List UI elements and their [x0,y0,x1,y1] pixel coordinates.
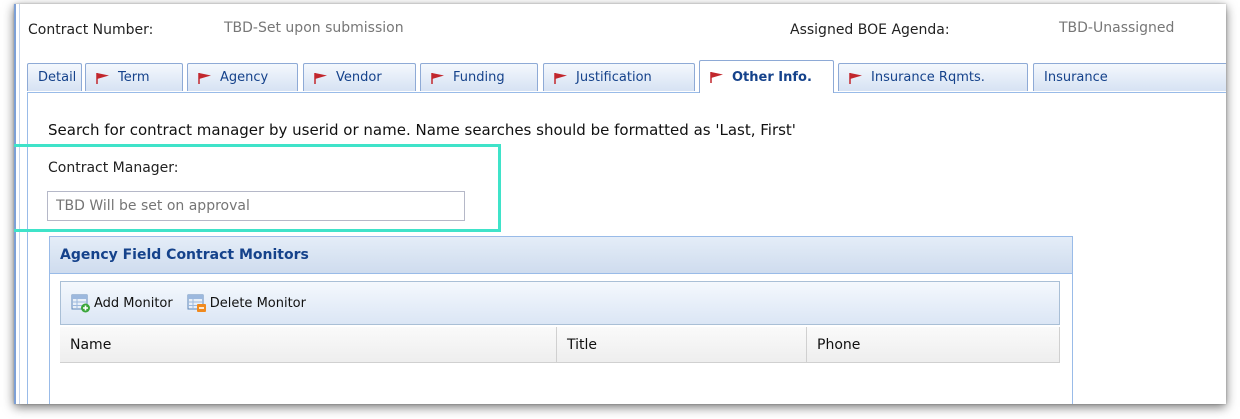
tab-label: Other Info. [732,69,812,85]
tab-term[interactable]: Term [85,63,183,91]
tab-agency[interactable]: Agency [187,63,298,91]
flag-icon [554,72,567,84]
delete-monitor-icon [187,294,206,312]
flag-icon [431,72,444,84]
delete-monitor-button[interactable]: Delete Monitor [187,293,306,313]
flag-icon [96,72,109,84]
tab-vendor[interactable]: Vendor [303,63,416,91]
tab-label: Funding [453,70,505,85]
tab-label: Justification [576,70,652,85]
column-header-label: Title [567,336,598,353]
tab-label: Detail [38,70,77,85]
boe-agenda-value: TBD-Unassigned [1059,20,1175,36]
delete-monitor-label: Delete Monitor [209,295,306,311]
column-header-name[interactable]: Name [60,327,557,363]
tab-label: Insurance Rqmts. [871,70,985,85]
add-monitor-button[interactable]: Add Monitor [71,293,173,313]
contract-form-window: Contract Number: TBD-Set upon submission… [14,4,1226,404]
tab-label: Vendor [336,70,382,85]
flag-icon [198,72,211,84]
monitors-panel-title: Agency Field Contract Monitors [50,237,1072,274]
tab-strip: Detail Term Agency Vendor Funding Justif… [27,54,1226,93]
tab-detail[interactable]: Detail [27,63,82,91]
tab-other-info[interactable]: Other Info. [699,60,834,93]
column-header-label: Phone [817,336,861,353]
contract-number-value: TBD-Set upon submission [224,20,404,36]
contract-number-label: Contract Number: [28,22,154,38]
monitors-panel: Agency Field Contract Monitors Add Monit… [49,236,1073,404]
tab-funding[interactable]: Funding [420,63,538,91]
tab-label: Term [118,70,150,85]
search-instructions: Search for contract manager by userid or… [48,121,796,139]
column-header-phone[interactable]: Phone [807,327,1060,363]
add-monitor-icon [71,294,90,313]
flag-icon [314,72,327,84]
contract-manager-label: Contract Manager: [48,160,179,176]
tab-insurance[interactable]: Insurance [1033,63,1226,91]
flag-icon [849,72,862,84]
tab-insurance-rqmts[interactable]: Insurance Rqmts. [838,63,1028,91]
tab-justification[interactable]: Justification [543,63,695,91]
column-header-title[interactable]: Title [557,327,807,363]
column-header-label: Name [70,336,112,353]
tab-label: Agency [220,70,269,85]
add-monitor-label: Add Monitor [94,295,173,311]
boe-agenda-label: Assigned BOE Agenda: [790,22,950,38]
flag-icon [710,72,723,83]
contract-manager-input[interactable] [47,191,465,221]
monitors-toolbar: Add Monitor Delete Monitor [60,281,1060,325]
tab-label: Insurance [1044,70,1108,85]
